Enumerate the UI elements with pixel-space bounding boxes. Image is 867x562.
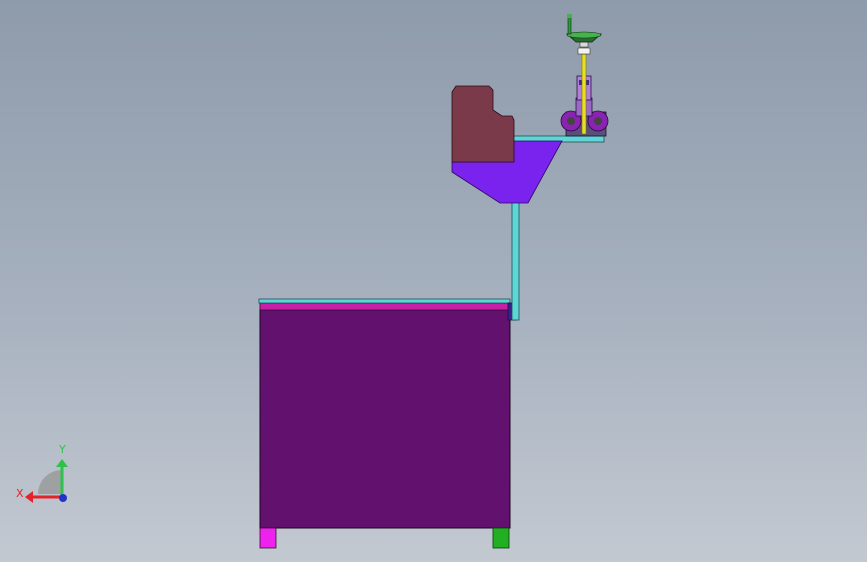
cabinet-foot-right[interactable]	[492, 527, 510, 549]
cabinet-body[interactable]	[259, 308, 511, 529]
triad-plane	[38, 470, 62, 494]
z-axis-dot	[59, 494, 67, 502]
cad-viewport[interactable]: Y X	[0, 0, 867, 562]
cabinet-top-strip[interactable]	[259, 302, 510, 311]
coordinate-triad	[25, 459, 68, 503]
handwheel[interactable]	[565, 14, 603, 43]
mold-block[interactable]	[451, 85, 515, 163]
cabinet[interactable]	[258, 298, 511, 549]
x-axis-label: X	[16, 487, 24, 500]
cylinder-rod[interactable]	[581, 53, 587, 135]
handle-grip[interactable]	[567, 15, 572, 35]
y-axis-label: Y	[59, 443, 66, 456]
cabinet-top-plate[interactable]	[258, 298, 511, 304]
model-view[interactable]	[0, 0, 867, 562]
cabinet-foot-left[interactable]	[259, 527, 277, 549]
